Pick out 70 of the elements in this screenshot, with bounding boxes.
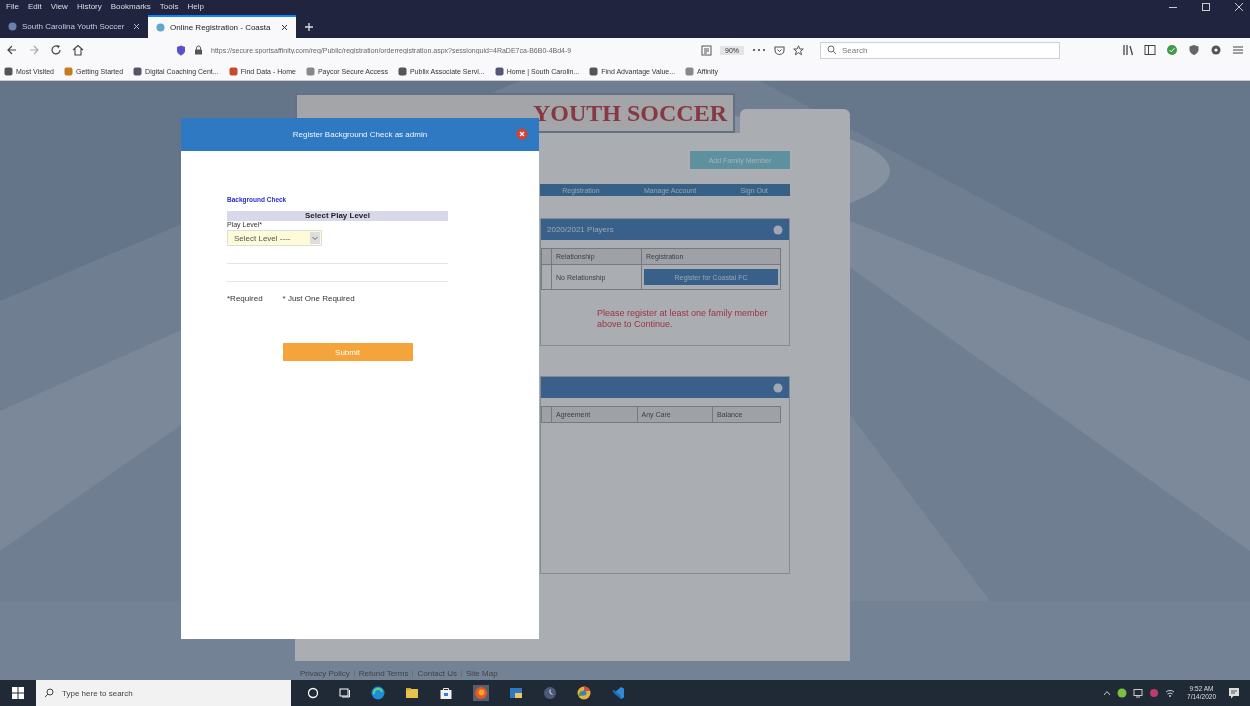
panel-title: 2020/2021 Players (547, 225, 614, 234)
pocket-icon[interactable] (774, 44, 785, 56)
library-icon[interactable] (1122, 44, 1134, 56)
menu-icon[interactable] (1232, 44, 1244, 56)
dialog-title: Register Background Check as admin (292, 130, 428, 139)
wifi-icon[interactable] (1165, 688, 1176, 698)
close-icon[interactable] (516, 128, 528, 140)
task-view-icon[interactable] (339, 687, 351, 699)
lock-icon (194, 45, 203, 55)
shield-icon[interactable] (1188, 44, 1200, 56)
menu-item[interactable]: History (76, 2, 102, 11)
tab-title: South Carolina Youth Soccer (22, 22, 126, 31)
back-arrow-icon[interactable] (6, 44, 18, 56)
menu-item[interactable]: Help (187, 2, 204, 11)
home-icon[interactable] (72, 44, 84, 56)
search-icon (44, 688, 54, 698)
sidebar-icon[interactable] (1144, 44, 1156, 56)
code-editor-icon[interactable] (611, 686, 625, 700)
chevron-up-icon[interactable] (1103, 689, 1112, 697)
windows-start-icon[interactable] (12, 687, 24, 699)
warning-message: Please register at least one family member above to Continue. (597, 308, 769, 330)
reader-view-icon[interactable] (701, 44, 712, 56)
bookmark-icon (397, 66, 407, 76)
menu-item[interactable]: Tools (159, 2, 179, 11)
reload-icon[interactable] (50, 44, 62, 56)
collapse-icon[interactable] (773, 382, 783, 393)
status-icon[interactable] (1117, 688, 1128, 698)
menu-item[interactable]: Edit (27, 2, 42, 11)
required-note: * Just One Required (282, 294, 355, 303)
globe-icon (156, 23, 165, 32)
close-icon[interactable] (281, 24, 288, 31)
chrome-icon[interactable] (577, 686, 591, 700)
clock-icon[interactable] (543, 686, 557, 700)
browser-tab[interactable]: South Carolina Youth Soccer (0, 15, 148, 38)
fox-browser-icon[interactable] (473, 685, 489, 701)
bookmark-icon (133, 66, 143, 76)
menu-item[interactable]: View (50, 2, 68, 11)
star-icon[interactable] (793, 44, 804, 56)
search-field[interactable]: Search (820, 41, 1060, 59)
gear-icon[interactable] (1210, 44, 1222, 56)
tab-title: Online Registration - Coasta (170, 23, 272, 32)
required-note: *Required (227, 294, 263, 303)
browser-icon[interactable] (371, 686, 385, 700)
bookmark-icon (64, 66, 73, 76)
menu-item[interactable]: Bookmarks (110, 2, 151, 11)
shield-icon[interactable] (176, 44, 186, 56)
folder-icon[interactable] (405, 686, 419, 700)
bookmark-icon (685, 66, 695, 76)
select-field[interactable]: Select Level ---- (227, 230, 322, 246)
maximize-icon[interactable] (1201, 1, 1211, 12)
bookmark-icon (228, 66, 238, 76)
circle-icon[interactable] (307, 687, 319, 699)
search-icon (827, 45, 837, 55)
browser-tab[interactable]: Online Registration - Coasta (148, 15, 296, 38)
mail-icon[interactable] (509, 686, 523, 700)
bookmark-icon (494, 66, 504, 76)
section-heading: Select Play Level (227, 211, 448, 221)
bookmark-icon (4, 66, 13, 76)
monitor-icon[interactable] (1133, 688, 1144, 698)
bookmark-icon (589, 66, 599, 76)
menu-item[interactable]: File (6, 2, 19, 11)
taskbar-search-field[interactable]: Type here to search (36, 680, 291, 706)
close-icon[interactable] (133, 23, 140, 30)
collapse-icon[interactable] (773, 224, 783, 235)
check-circle-icon[interactable] (1166, 44, 1178, 56)
shopping-bag-icon[interactable] (439, 686, 453, 700)
globe-icon (8, 22, 17, 31)
notification-icon[interactable] (1228, 687, 1240, 699)
bookmark-icon (305, 66, 315, 76)
plus-icon[interactable] (304, 22, 314, 32)
